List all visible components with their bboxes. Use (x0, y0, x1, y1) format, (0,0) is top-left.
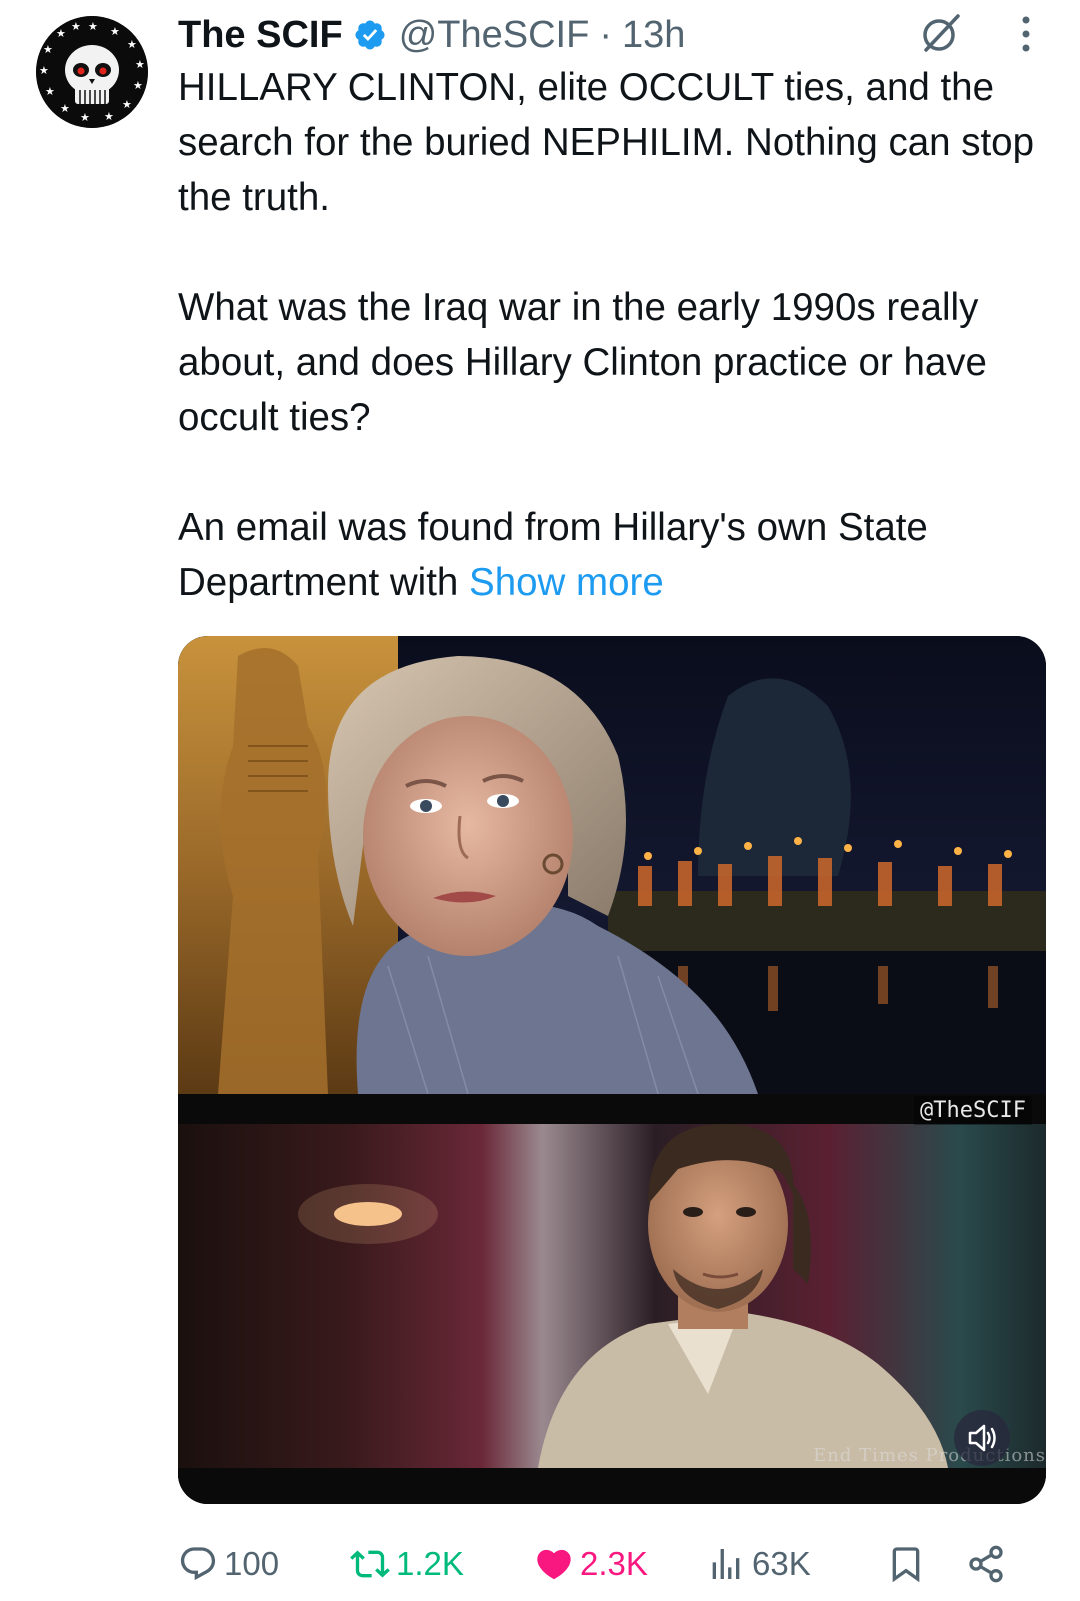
tweet-video[interactable]: @TheSCIF End Times Productions (178, 636, 1046, 1504)
tweet-paragraph-3: An email was found from Hillary's own St… (178, 500, 1038, 610)
tweet-paragraph-2: What was the Iraq war in the early 1990s… (178, 286, 987, 439)
svg-text:★: ★ (135, 58, 145, 71)
svg-text:★: ★ (80, 111, 90, 124)
repost-button[interactable]: 1.2K (350, 1536, 464, 1592)
repost-count: 1.2K (396, 1545, 464, 1582)
like-count: 2.3K (580, 1545, 648, 1582)
svg-text:★: ★ (56, 27, 66, 40)
svg-text:★: ★ (104, 110, 114, 123)
skull-stars-avatar-icon: ★ ★★ ★★★ ★★★ ★★★ ★★ (36, 16, 148, 128)
tweet-timestamp[interactable]: 13h (622, 14, 685, 57)
volume-toggle-button[interactable] (954, 1410, 1010, 1466)
svg-text:★: ★ (110, 25, 120, 38)
like-button[interactable]: 2.3K (534, 1536, 648, 1592)
reply-icon (180, 1547, 216, 1581)
svg-text:★: ★ (39, 64, 49, 77)
views-count: 63K (752, 1545, 811, 1582)
views-button[interactable]: 63K (706, 1536, 811, 1592)
verified-badge-icon (355, 20, 385, 50)
views-chart-icon (712, 1549, 740, 1579)
share-button[interactable] (966, 1536, 1006, 1592)
svg-text:★: ★ (60, 102, 70, 115)
svg-text:★: ★ (127, 38, 137, 51)
author-display-name[interactable]: The SCIF (178, 14, 343, 57)
video-top-collage (178, 636, 1046, 1094)
svg-text:★: ★ (133, 79, 143, 92)
author-avatar[interactable]: ★ ★ ★ ★ ★ ★ ★ ★ ★ ★ ★ ★ ★ ★ (36, 16, 148, 128)
speaker-volume-icon (968, 1424, 996, 1452)
tweet-actions-bar: 100 1.2K 2.3K 63K (178, 1536, 1038, 1592)
svg-text:★: ★ (88, 20, 98, 33)
tweet-body: HILLARY CLINTON, elite OCCULT ties, and … (178, 60, 1038, 610)
svg-text:★: ★ (45, 85, 55, 98)
author-handle[interactable]: @TheSCIF (399, 14, 590, 57)
show-more-link[interactable]: Show more (469, 561, 664, 604)
video-bottom-interview (178, 1094, 1046, 1504)
share-icon (969, 1545, 1003, 1583)
reply-button[interactable]: 100 (178, 1536, 279, 1592)
heart-filled-icon (537, 1549, 571, 1580)
video-credit-overlay: End Times Productions (813, 1445, 1046, 1466)
media-watermark: @TheSCIF (914, 1096, 1032, 1125)
tweet-paragraph-1: HILLARY CLINTON, elite OCCULT ties, and … (178, 66, 1034, 219)
grok-icon[interactable] (918, 10, 964, 56)
svg-text:★: ★ (43, 43, 53, 56)
bookmark-button[interactable] (886, 1536, 926, 1592)
repost-icon (350, 1550, 390, 1578)
svg-text:★: ★ (122, 98, 132, 111)
separator-dot: · (599, 13, 612, 56)
bookmark-icon (892, 1547, 920, 1583)
svg-text:★: ★ (71, 20, 81, 33)
more-options-icon[interactable] (1016, 12, 1036, 56)
reply-count: 100 (224, 1545, 280, 1582)
